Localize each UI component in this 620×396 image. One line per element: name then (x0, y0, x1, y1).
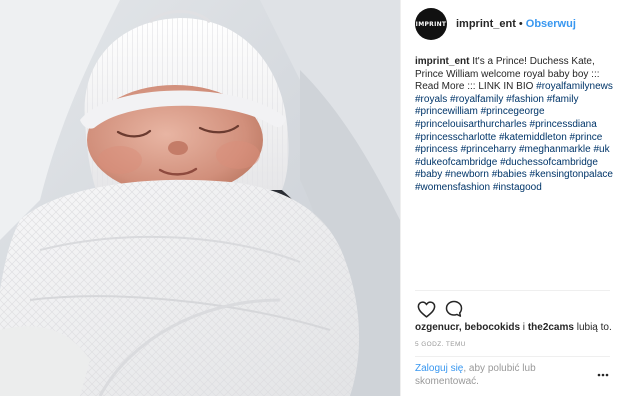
instagram-post: IMPRINT imprint_ent • Obserwuj imprint_e… (0, 0, 620, 396)
likes-summary: ozgenucr, bebocokids i the2cams lubią to… (415, 322, 612, 333)
hashtag-list: #royalfamilynews #royals #royalfamily #f… (415, 81, 613, 193)
hashtag-link[interactable]: #fashion (506, 94, 544, 105)
hashtag-link[interactable]: #dukeofcambridge (415, 157, 497, 168)
avatar[interactable]: IMPRINT (415, 8, 447, 40)
hashtag-link[interactable]: #princeharry (461, 144, 517, 155)
hashtag-link[interactable]: #uk (593, 144, 609, 155)
hashtag-link[interactable]: #princewilliam (415, 106, 478, 117)
hashtag-link[interactable]: #newborn (445, 169, 489, 180)
hashtag-link[interactable]: #katemiddleton (499, 132, 567, 143)
likes-others[interactable]: the2cams (528, 322, 574, 333)
hashtag-link[interactable]: #royalfamilynews (536, 81, 613, 92)
header-separator: • (518, 18, 523, 30)
login-link[interactable]: Zaloguj się (415, 363, 463, 374)
hashtag-link[interactable]: #womensfashion (415, 182, 490, 193)
like-button[interactable] (415, 298, 437, 320)
more-options-button[interactable] (596, 370, 610, 380)
hashtag-link[interactable]: #princess (415, 144, 458, 155)
divider (415, 290, 610, 291)
post-actions (415, 298, 471, 320)
hashtag-link[interactable]: #royalfamily (450, 94, 503, 105)
follow-button[interactable]: Obserwuj (526, 18, 576, 30)
heart-outline-icon (417, 300, 435, 318)
hashtag-link[interactable]: #kensingtonpalace (530, 169, 613, 180)
avatar-logo-text: IMPRINT (415, 20, 447, 28)
hashtag-link[interactable]: #duchessofcambridge (500, 157, 598, 168)
caption-username[interactable]: imprint_ent (415, 56, 469, 67)
hashtag-link[interactable]: #meghanmarkle (519, 144, 591, 155)
post-photo[interactable] (0, 0, 400, 396)
likes-suffix: lubią to. (573, 322, 612, 333)
hashtag-link[interactable]: #princelouisarthurcharles (415, 119, 527, 130)
post-header: IMPRINT imprint_ent • Obserwuj (401, 0, 620, 48)
post-timestamp[interactable]: 5 GODZ. TEMU (415, 341, 466, 348)
hashtag-link[interactable]: #babies (492, 169, 527, 180)
likes-joiner: i (520, 322, 528, 333)
likes-users[interactable]: ozgenucr, bebocokids (415, 322, 520, 333)
comment-button[interactable] (443, 298, 465, 320)
hashtag-link[interactable]: #princessdiana (530, 119, 597, 130)
hashtag-link[interactable]: #family (547, 94, 579, 105)
ellipsis-icon (597, 373, 609, 377)
hashtag-link[interactable]: #instagood (493, 182, 542, 193)
hashtag-link[interactable]: #baby (415, 169, 442, 180)
divider (415, 356, 610, 357)
speech-bubble-icon (445, 300, 463, 317)
hashtag-link[interactable]: #princegeorge (481, 106, 545, 117)
post-caption: imprint_ent It's a Prince! Duchess Kate,… (415, 56, 615, 195)
header-username[interactable]: imprint_ent (456, 18, 516, 30)
post-side-panel: IMPRINT imprint_ent • Obserwuj imprint_e… (400, 0, 620, 396)
hashtag-link[interactable]: #prince (570, 132, 603, 143)
newborn-baby-photo (0, 0, 400, 396)
login-prompt: Zaloguj się, aby polubić lub skomentować… (415, 363, 583, 388)
hashtag-link[interactable]: #royals (415, 94, 447, 105)
hashtag-link[interactable]: #princesscharlotte (415, 132, 496, 143)
